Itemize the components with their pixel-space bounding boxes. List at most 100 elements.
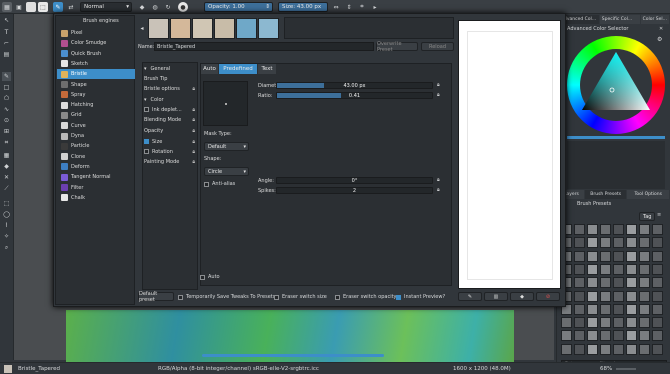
engine-item[interactable]: Hatching bbox=[57, 100, 135, 110]
brush-preset-cell[interactable] bbox=[613, 303, 624, 315]
reload-button[interactable]: Reload bbox=[421, 42, 454, 51]
brush-preset-cell[interactable] bbox=[574, 277, 585, 289]
brush-preset-cell[interactable] bbox=[600, 303, 611, 315]
brush-preset-cell[interactable] bbox=[626, 330, 637, 342]
brush-preset-cell[interactable] bbox=[652, 224, 663, 235]
tab-predefined[interactable]: Predefined bbox=[219, 64, 257, 74]
lock-icon[interactable]: 🔒︎ bbox=[192, 128, 195, 134]
option-opacity[interactable]: Opacity 🔒︎ bbox=[144, 126, 196, 135]
option-bristle[interactable]: Bristle options 🔒︎ bbox=[144, 84, 196, 93]
angle-slider[interactable]: 0° bbox=[276, 177, 433, 184]
brush-preset-cell[interactable] bbox=[587, 303, 598, 315]
tag-select[interactable]: Tag bbox=[639, 212, 655, 221]
brush-preset-cell[interactable] bbox=[574, 303, 585, 315]
brush-preset-cell[interactable] bbox=[600, 224, 611, 235]
brush-preset-cell[interactable] bbox=[639, 277, 650, 289]
pattern-swatch-icon[interactable]: ⬚ bbox=[38, 2, 48, 12]
fill-tool-icon[interactable]: ◆ bbox=[2, 162, 11, 171]
brush-preset-cell[interactable] bbox=[626, 277, 637, 289]
brush-preset-cell[interactable] bbox=[600, 263, 611, 275]
brush-preset-cell[interactable] bbox=[626, 317, 637, 329]
lock-icon[interactable]: 🔒︎ bbox=[437, 177, 440, 183]
checkbox[interactable] bbox=[200, 274, 205, 280]
freehand-select-icon[interactable]: ⌇ bbox=[2, 221, 11, 230]
antialias-checkbox[interactable]: Anti-alias bbox=[204, 181, 235, 187]
brush-preset-cell[interactable] bbox=[652, 277, 663, 289]
engine-item[interactable]: Grid bbox=[57, 110, 135, 120]
engine-item[interactable]: Shape bbox=[57, 80, 135, 90]
tab-color-selector[interactable]: Color Sel... bbox=[640, 15, 669, 24]
blend-mode-select[interactable]: Normal ▾ bbox=[80, 2, 132, 12]
brush-preset-cell[interactable] bbox=[600, 317, 611, 329]
brush-preset-cell[interactable] bbox=[587, 263, 598, 275]
eraser-size-checkbox[interactable]: Eraser switch size bbox=[274, 294, 327, 300]
checkbox-checked[interactable] bbox=[144, 139, 149, 144]
lock-icon[interactable]: 🔒︎ bbox=[192, 117, 195, 123]
text-tool-icon[interactable]: T bbox=[2, 28, 11, 37]
brush-preset-cell[interactable] bbox=[652, 250, 663, 262]
brush-preset-cell[interactable] bbox=[639, 290, 650, 302]
preset-thumb[interactable] bbox=[148, 18, 169, 39]
close-icon[interactable]: ✕ bbox=[659, 26, 663, 32]
freehand-brush-icon[interactable]: ✎ bbox=[2, 72, 11, 81]
eraser-opacity-checkbox[interactable]: Eraser switch opacity bbox=[335, 294, 397, 300]
brush-preset-cell[interactable] bbox=[587, 343, 598, 355]
overwrite-preset-button[interactable]: Overwrite Preset bbox=[376, 41, 418, 53]
checkbox[interactable] bbox=[335, 294, 340, 300]
engine-item[interactable]: Particle bbox=[57, 141, 135, 151]
dynamic-brush-icon[interactable]: ⊙ bbox=[2, 116, 11, 125]
edit-shapes-icon[interactable]: ⌐ bbox=[2, 39, 11, 48]
brush-preset-cell[interactable] bbox=[561, 343, 572, 355]
brush-preset-cell[interactable] bbox=[587, 277, 598, 289]
clear-button[interactable]: ⊘ bbox=[536, 292, 560, 301]
brush-preset-cell[interactable] bbox=[639, 330, 650, 342]
polygon-tool-icon[interactable]: ⬠ bbox=[2, 94, 11, 103]
calligraphy-icon[interactable]: ▤ bbox=[2, 50, 11, 59]
option-brush-tip[interactable]: Brush Tip bbox=[144, 74, 196, 83]
engine-item[interactable]: Quick Brush bbox=[57, 49, 135, 59]
lock-icon[interactable]: 🔒︎ bbox=[192, 159, 195, 165]
reload-icon[interactable]: ↻ bbox=[163, 2, 173, 12]
zoom-slider[interactable] bbox=[616, 368, 636, 370]
brush-preset-cell[interactable] bbox=[587, 224, 598, 235]
brush-preset-cell[interactable] bbox=[587, 290, 598, 302]
temp-save-checkbox[interactable]: Temporarily Save Tweaks To Presets bbox=[178, 294, 275, 300]
brush-preset-cell[interactable] bbox=[652, 317, 663, 329]
checkbox[interactable] bbox=[178, 294, 183, 300]
tab-brush-presets[interactable]: Brush Presets bbox=[584, 190, 627, 199]
brush-preset-cell[interactable] bbox=[639, 263, 650, 275]
horizontal-scrollbar[interactable] bbox=[202, 354, 384, 357]
engine-item[interactable]: Color Smudge bbox=[57, 38, 135, 48]
brush-preset-cell[interactable] bbox=[613, 224, 624, 235]
tab-auto[interactable]: Auto bbox=[201, 64, 218, 74]
brush-preset-cell[interactable] bbox=[613, 263, 624, 275]
lock-icon[interactable]: 🔒︎ bbox=[192, 149, 195, 155]
rect-select-icon[interactable]: ⬚ bbox=[2, 199, 11, 208]
preset-thumb[interactable] bbox=[192, 18, 213, 39]
checkbox[interactable] bbox=[274, 294, 279, 300]
brush-preset-cell[interactable] bbox=[626, 237, 637, 249]
brush-preset-cell[interactable] bbox=[613, 237, 624, 249]
alpha-lock-icon[interactable]: ◍ bbox=[150, 2, 160, 12]
general-header[interactable]: ▾ General bbox=[144, 64, 196, 73]
transform-tool-icon[interactable]: ⊞ bbox=[2, 127, 11, 136]
brush-preset-cell[interactable] bbox=[613, 250, 624, 262]
engine-item[interactable]: Deform bbox=[57, 162, 135, 172]
engine-item[interactable]: Tangent Normal bbox=[57, 172, 135, 182]
preset-thumb[interactable] bbox=[258, 18, 279, 39]
engine-item[interactable]: Sketch bbox=[57, 59, 135, 69]
engine-item[interactable]: Chalk bbox=[57, 193, 135, 203]
brush-preset-cell[interactable] bbox=[626, 263, 637, 275]
mirror-vertical-icon[interactable]: ⇕ bbox=[344, 2, 354, 12]
brush-preset-cell[interactable] bbox=[613, 317, 624, 329]
mask-type-select[interactable]: Default ▾ bbox=[204, 142, 249, 151]
preset-thumb[interactable] bbox=[236, 18, 257, 39]
engine-item[interactable]: Dyna bbox=[57, 131, 135, 141]
gradient-tool-icon[interactable]: ▦ bbox=[2, 151, 11, 160]
mirror-horizontal-icon[interactable]: ⇔ bbox=[331, 2, 341, 12]
gradient-fill-button[interactable]: ▥ bbox=[484, 292, 508, 301]
status-zoom[interactable]: 68% bbox=[600, 366, 612, 372]
lock-icon[interactable]: 🔒︎ bbox=[437, 82, 440, 88]
lock-icon[interactable]: 🔒︎ bbox=[437, 187, 440, 193]
brush-preset-cell[interactable] bbox=[626, 250, 637, 262]
